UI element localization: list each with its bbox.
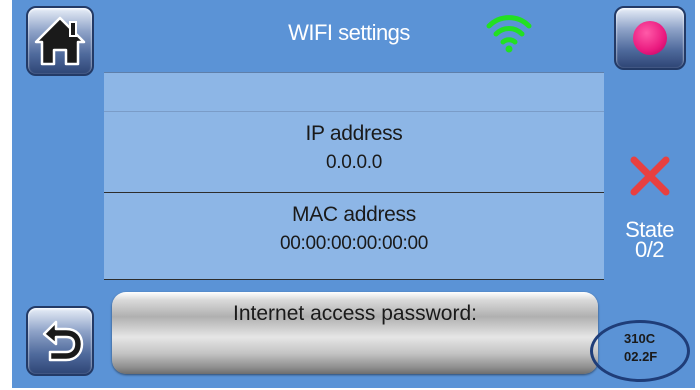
title-bar: WIFI settings bbox=[104, 0, 604, 73]
ip-address-row: IP address 0.0.0.0 bbox=[104, 112, 604, 193]
mac-address-label: MAC address bbox=[292, 203, 416, 226]
version-highlight-ring bbox=[590, 320, 690, 382]
blank-row bbox=[104, 73, 604, 112]
ip-address-label: IP address bbox=[305, 122, 403, 145]
close-icon bbox=[630, 156, 670, 196]
home-icon bbox=[34, 16, 86, 66]
settings-panel: WIFI settings IP address 0.0.0.0 MAC add… bbox=[104, 0, 604, 388]
state-value: 0/2 bbox=[634, 237, 665, 262]
mac-address-row: MAC address 00:00:00:00:00:00 bbox=[104, 193, 604, 280]
left-nav-bar bbox=[12, 0, 104, 388]
internet-password-button[interactable]: Internet access password: bbox=[112, 292, 598, 374]
mac-address-value: 00:00:00:00:00:00 bbox=[279, 233, 429, 254]
device-screen: WIFI settings IP address 0.0.0.0 MAC add… bbox=[12, 0, 695, 388]
internet-password-label: Internet access password: bbox=[233, 302, 477, 325]
back-button[interactable] bbox=[26, 306, 94, 376]
ip-address-value: 0.0.0.0 bbox=[325, 152, 382, 173]
record-button[interactable] bbox=[614, 6, 686, 70]
record-icon bbox=[633, 21, 667, 55]
state-indicator: State 0/2 bbox=[604, 219, 695, 262]
back-arrow-icon bbox=[42, 320, 84, 362]
wifi-icon bbox=[486, 15, 532, 53]
home-button[interactable] bbox=[26, 6, 94, 76]
